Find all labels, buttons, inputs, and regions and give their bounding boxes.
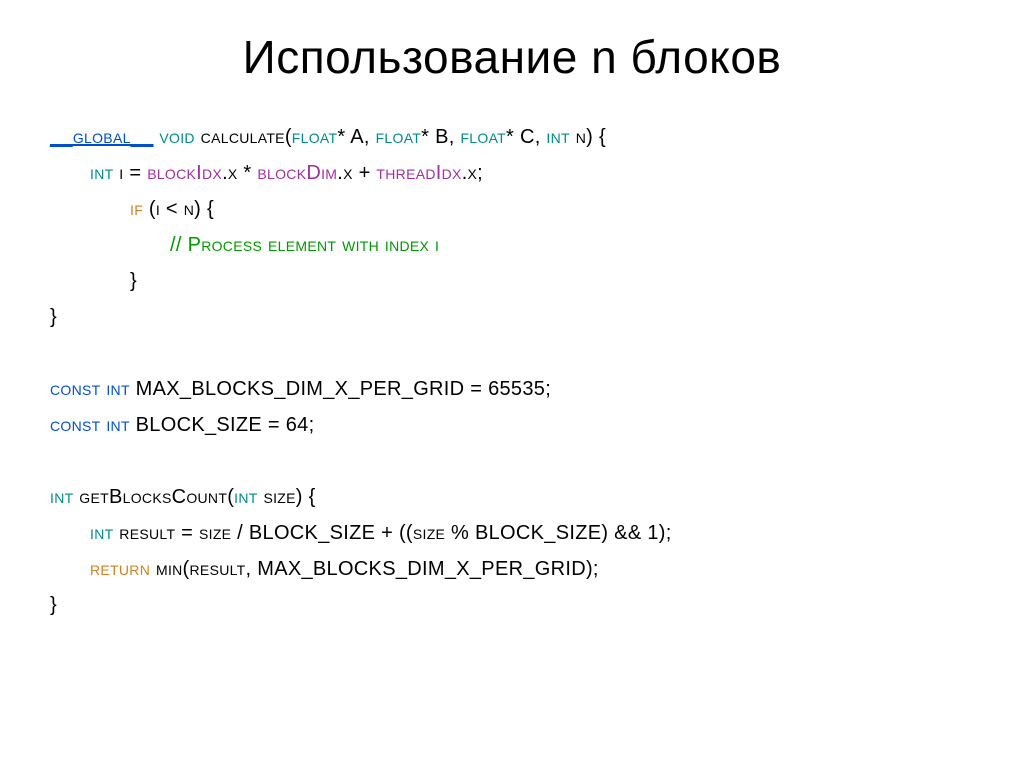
blank-line	[50, 335, 974, 371]
type-int: int	[546, 126, 569, 148]
code-text: .x *	[222, 162, 257, 184]
type-int: int	[234, 486, 257, 508]
code-line: }	[50, 263, 974, 299]
blank-line	[50, 443, 974, 479]
code-line: const int BLOCK_SIZE = 64;	[50, 407, 974, 443]
type-int: int	[90, 522, 113, 544]
code-line: const int MAX_BLOCKS_DIM_X_PER_GRID = 65…	[50, 371, 974, 407]
code-text: min(result, MAX_BLOCKS_DIM_X_PER_GRID);	[150, 558, 599, 580]
code-line: int result = size / BLOCK_SIZE + ((size …	[50, 515, 974, 551]
keyword-const-int: const int	[50, 378, 130, 400]
code-content: __global__ void calculate(float* A, floa…	[50, 119, 974, 623]
code-line: }	[50, 587, 974, 623]
type-float: float	[460, 126, 506, 148]
code-text: * C,	[506, 126, 546, 148]
code-line: return min(result, MAX_BLOCKS_DIM_X_PER_…	[50, 551, 974, 587]
code-text: .x;	[462, 162, 483, 184]
code-text: BLOCK_SIZE = 64;	[130, 414, 315, 436]
code-text: * B,	[421, 126, 460, 148]
type-int: int	[50, 486, 73, 508]
builtin-threadidx: threadIdx	[376, 162, 461, 184]
code-text: n) {	[570, 126, 606, 148]
keyword-global: __global__	[50, 126, 154, 148]
code-text: (i < n) {	[143, 198, 214, 220]
type-float: float	[376, 126, 422, 148]
code-text: * A,	[337, 126, 375, 148]
keyword-const-int: const int	[50, 414, 130, 436]
slide-title: Использование n блоков	[50, 30, 974, 84]
code-text: .x +	[337, 162, 376, 184]
code-line: // Process element with index i	[50, 227, 974, 263]
type-float: float	[292, 126, 338, 148]
type-int: int	[90, 162, 113, 184]
keyword-void: void	[154, 126, 195, 148]
comment: // Process element with index i	[170, 234, 439, 256]
code-line: __global__ void calculate(float* A, floa…	[50, 119, 974, 155]
brace: }	[130, 270, 137, 292]
code-line: if (i < n) {	[50, 191, 974, 227]
builtin-blockidx: blockIdx	[147, 162, 222, 184]
keyword-if: if	[130, 198, 143, 220]
code-text: calculate(	[195, 126, 292, 148]
code-text: getBlocksCount(	[73, 486, 234, 508]
builtin-blockdim: blockDim	[257, 162, 337, 184]
code-line: }	[50, 299, 974, 335]
code-text: i =	[113, 162, 147, 184]
code-text: MAX_BLOCKS_DIM_X_PER_GRID = 65535;	[130, 378, 551, 400]
brace: }	[50, 594, 57, 616]
code-line: int i = blockIdx.x * blockDim.x + thread…	[50, 155, 974, 191]
code-text: size) {	[258, 486, 316, 508]
code-line: int getBlocksCount(int size) {	[50, 479, 974, 515]
keyword-return: return	[90, 558, 150, 580]
brace: }	[50, 306, 57, 328]
code-text: result = size / BLOCK_SIZE + ((size % BL…	[113, 522, 671, 544]
